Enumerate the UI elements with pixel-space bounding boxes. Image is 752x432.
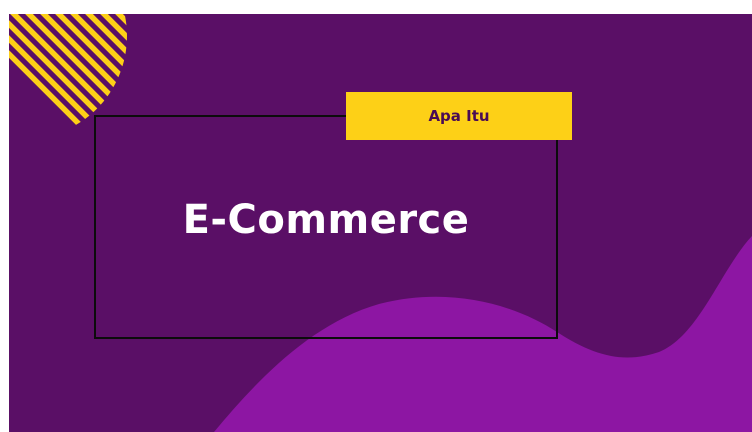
- presentation-slide: Apa Itu E-Commerce: [9, 14, 752, 432]
- subtitle-tag-label: Apa Itu: [428, 107, 490, 125]
- slide-title: E-Commerce: [182, 197, 470, 243]
- subtitle-tag: Apa Itu: [346, 92, 572, 140]
